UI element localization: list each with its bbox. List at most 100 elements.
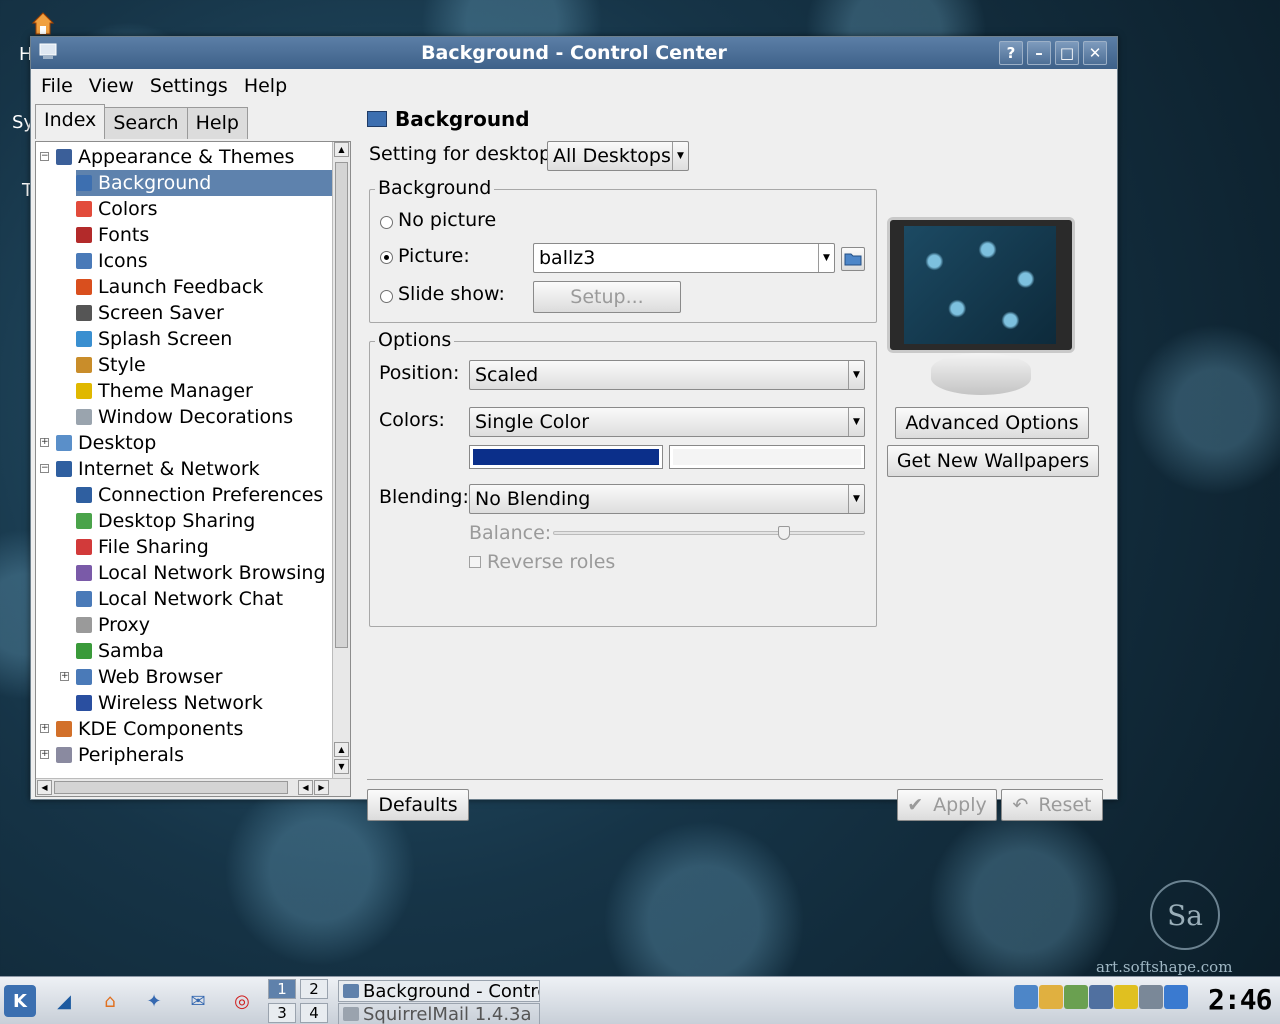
- notes-icon[interactable]: [1114, 985, 1138, 1009]
- tree-item-colors[interactable]: Colors: [76, 196, 332, 222]
- tree-item-theme-manager[interactable]: Theme Manager: [76, 378, 332, 404]
- balance-slider-thumb[interactable]: [777, 526, 790, 540]
- pager-desktop-3[interactable]: 3: [268, 1003, 296, 1023]
- tree-item-screen-saver[interactable]: Screen Saver: [76, 300, 332, 326]
- home-folder-desktop-icon[interactable]: [30, 10, 56, 36]
- help-lifebuoy-icon[interactable]: ◎: [226, 985, 258, 1017]
- reverse-roles-label[interactable]: Reverse roles: [487, 551, 615, 573]
- tree-item-background[interactable]: Background: [76, 170, 332, 196]
- browser-icon[interactable]: ✦: [138, 985, 170, 1017]
- kde-menu-icon[interactable]: K: [4, 985, 36, 1017]
- mail-icon[interactable]: ✉: [182, 985, 214, 1017]
- open-folder-button[interactable]: [841, 247, 865, 271]
- tree-item-local-network-browsing[interactable]: Local Network Browsing: [76, 560, 332, 586]
- apply-button[interactable]: ✔ Apply: [897, 789, 997, 821]
- tree-item-desktop-sharing[interactable]: Desktop Sharing: [76, 508, 332, 534]
- task-control-center[interactable]: Background - Control Center: [338, 980, 540, 1002]
- tree-expander-icon[interactable]: −: [40, 464, 49, 473]
- tree-expander-icon[interactable]: +: [60, 672, 69, 681]
- menu-help[interactable]: Help: [244, 75, 287, 97]
- tree-horizontal-scrollbar[interactable]: ◀ ◀ ▶: [36, 778, 350, 796]
- home-icon[interactable]: ⌂: [94, 985, 126, 1017]
- blending-select[interactable]: No Blending ▼: [469, 484, 865, 514]
- no-picture-radio[interactable]: [380, 216, 393, 229]
- tree-item-samba[interactable]: Samba: [76, 638, 332, 664]
- internet-icon: [56, 461, 72, 477]
- tree-item-label: Screen Saver: [98, 302, 224, 324]
- tree-item-web-browser[interactable]: Web Browser: [76, 664, 332, 690]
- tree-item-icons[interactable]: Icons: [76, 248, 332, 274]
- volume-icon[interactable]: [1089, 985, 1113, 1009]
- scroll-up-arrow-icon[interactable]: ▲: [334, 142, 349, 157]
- tree-item-splash-screen[interactable]: Splash Screen: [76, 326, 332, 352]
- primary-color-button[interactable]: [469, 445, 663, 469]
- download-icon[interactable]: [1164, 985, 1188, 1009]
- tree-item-wireless-network[interactable]: Wireless Network: [76, 690, 332, 716]
- colors-select[interactable]: Single Color ▼: [469, 407, 865, 437]
- desktop-select[interactable]: All Desktops ▼: [547, 141, 689, 171]
- scroll-left-arrow-icon[interactable]: ◀: [37, 780, 52, 795]
- close-button[interactable]: ✕: [1083, 41, 1107, 65]
- position-select[interactable]: Scaled ▼: [469, 360, 865, 390]
- clipboard-icon[interactable]: [1014, 985, 1038, 1009]
- menu-settings[interactable]: Settings: [150, 75, 228, 97]
- get-new-wallpapers-button[interactable]: Get New Wallpapers: [887, 445, 1099, 477]
- tree-expander-icon[interactable]: −: [40, 152, 49, 161]
- tree-item-window-decorations[interactable]: Window Decorations: [76, 404, 332, 430]
- tree-item-local-network-chat[interactable]: Local Network Chat: [76, 586, 332, 612]
- no-picture-label[interactable]: No picture: [398, 209, 496, 231]
- tree-expander-icon[interactable]: +: [40, 724, 49, 733]
- menu-file[interactable]: File: [41, 75, 73, 97]
- clock[interactable]: 2:46: [1208, 983, 1272, 1016]
- tree-item-desktop[interactable]: Desktop: [56, 430, 332, 456]
- tree-expander-icon[interactable]: +: [40, 750, 49, 759]
- reverse-roles-checkbox[interactable]: [469, 556, 481, 568]
- help-button[interactable]: ?: [999, 41, 1023, 65]
- control-center-icon[interactable]: [39, 43, 59, 61]
- tree-item-appearance-themes[interactable]: Appearance & Themes: [56, 144, 332, 170]
- menu-view[interactable]: View: [89, 75, 134, 97]
- secondary-color-button[interactable]: [669, 445, 865, 469]
- picture-label[interactable]: Picture:: [398, 245, 470, 267]
- tree-item-style[interactable]: Style: [76, 352, 332, 378]
- tab-index[interactable]: Index: [35, 104, 106, 139]
- task-squirrelmail[interactable]: SquirrelMail 1.4.3a: [338, 1003, 540, 1024]
- pager-desktop-2[interactable]: 2: [300, 979, 328, 999]
- tree-hscroll-thumb[interactable]: [54, 781, 288, 794]
- show-desktop-icon[interactable]: ◢: [48, 985, 80, 1017]
- scroll-left-arrow-icon-2[interactable]: ◀: [298, 780, 313, 795]
- tree-expander-icon[interactable]: +: [40, 438, 49, 447]
- tab-search[interactable]: Search: [104, 107, 188, 139]
- defaults-button[interactable]: Defaults: [367, 789, 469, 821]
- tab-help[interactable]: Help: [186, 107, 248, 139]
- pager-desktop-1[interactable]: 1: [268, 979, 296, 999]
- tree-item-fonts[interactable]: Fonts: [76, 222, 332, 248]
- advanced-options-button[interactable]: Advanced Options: [895, 407, 1089, 439]
- pager-desktop-4[interactable]: 4: [300, 1003, 328, 1023]
- tree-item-file-sharing[interactable]: File Sharing: [76, 534, 332, 560]
- setup-button[interactable]: Setup...: [533, 281, 681, 313]
- music-icon[interactable]: [1064, 985, 1088, 1009]
- title-bar[interactable]: Background - Control Center ? – □ ✕: [31, 37, 1117, 69]
- picture-radio[interactable]: [380, 251, 393, 264]
- tree-item-peripherals[interactable]: Peripherals: [56, 742, 332, 768]
- maximize-button[interactable]: □: [1055, 41, 1079, 65]
- minimize-button[interactable]: –: [1027, 41, 1051, 65]
- scroll-right-arrow-icon[interactable]: ▶: [314, 780, 329, 795]
- tree-item-proxy[interactable]: Proxy: [76, 612, 332, 638]
- tree-item-connection-preferences[interactable]: Connection Preferences: [76, 482, 332, 508]
- keyboard-layout-icon[interactable]: [1039, 985, 1063, 1009]
- picture-select[interactable]: ballz3 ▼: [533, 243, 835, 273]
- network-icon[interactable]: [1139, 985, 1163, 1009]
- scroll-down-arrow-icon[interactable]: ▼: [334, 759, 349, 774]
- tree-vertical-scrollbar[interactable]: ▲ ▲ ▼: [332, 142, 350, 778]
- tree-scroll-thumb[interactable]: [335, 162, 348, 648]
- tree-item-launch-feedback[interactable]: Launch Feedback: [76, 274, 332, 300]
- balance-slider[interactable]: [553, 531, 865, 535]
- slide-show-radio[interactable]: [380, 290, 393, 303]
- reset-button[interactable]: ↶ Reset: [1001, 789, 1103, 821]
- scroll-up-arrow-icon-2[interactable]: ▲: [334, 742, 349, 757]
- tree-item-internet-network[interactable]: Internet & Network: [56, 456, 332, 482]
- slide-show-label[interactable]: Slide show:: [398, 283, 505, 305]
- tree-item-kde-components[interactable]: KDE Components: [56, 716, 332, 742]
